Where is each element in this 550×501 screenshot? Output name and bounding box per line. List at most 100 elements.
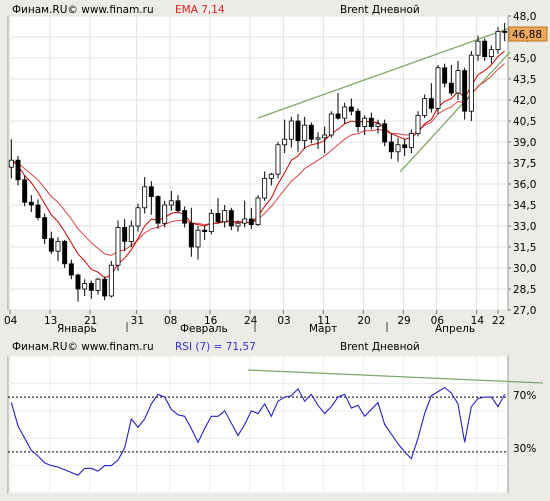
candlestick xyxy=(115,220,121,271)
candle-body xyxy=(422,98,428,116)
candle-body xyxy=(342,106,348,119)
candle-body xyxy=(115,226,121,266)
month-axis: Январь Февраль Март Апрель xyxy=(57,322,475,335)
candle-body xyxy=(122,226,128,242)
candle-body xyxy=(148,186,154,198)
price-x-tick-label: 04 xyxy=(4,315,18,327)
month-label: Январь xyxy=(57,323,97,335)
rsi-panel: Финам.RU© www.finam.ru RSI (7) = 71,57 B… xyxy=(7,341,544,494)
price-y-tick-label: 27,0 xyxy=(513,305,536,317)
rsi-title: Brent Дневной xyxy=(340,341,420,353)
candle-body xyxy=(35,204,41,218)
price-x-tick-label: 08 xyxy=(164,315,177,327)
price-y-tick-label: 37,5 xyxy=(513,158,536,170)
candle-body xyxy=(308,124,314,140)
candle-body xyxy=(42,217,48,240)
month-label: Апрель xyxy=(435,323,475,335)
price-x-tick-label: 29 xyxy=(397,315,410,327)
candle-body xyxy=(388,141,394,153)
candle-body xyxy=(48,238,54,252)
candle-body xyxy=(482,40,488,58)
candle-body xyxy=(255,197,261,226)
candle-body xyxy=(182,210,188,224)
price-y-axis: 48,046,545,043,542,040,539,037,536,034,5… xyxy=(508,11,536,317)
price-x-tick-label: 22 xyxy=(492,315,505,327)
candlestick xyxy=(275,142,281,179)
candle-body xyxy=(402,144,408,149)
rsi-level-30-label: 30% xyxy=(513,443,536,455)
candlestick xyxy=(468,51,474,121)
candle-body xyxy=(435,67,441,109)
chart-canvas: 48,046,545,043,542,040,539,037,536,034,5… xyxy=(4,4,548,494)
candle-body xyxy=(135,207,141,227)
rsi-level-70-label: 70% xyxy=(513,390,536,402)
last-price-tag: 46,88 xyxy=(508,26,548,42)
candle-body xyxy=(395,144,401,153)
candle-body xyxy=(475,40,481,56)
candle-body xyxy=(22,179,28,203)
price-y-tick-label: 36,0 xyxy=(513,179,536,191)
candle-body xyxy=(355,110,361,127)
candlestick xyxy=(328,111,334,138)
candle-body xyxy=(188,222,194,248)
candle-body xyxy=(282,138,288,146)
price-y-tick-label: 48,0 xyxy=(513,11,536,23)
candle-body xyxy=(235,222,241,227)
candle-body xyxy=(348,106,354,112)
candle-body xyxy=(442,67,448,84)
price-y-tick-label: 28,5 xyxy=(513,284,536,296)
month-label: Февраль xyxy=(180,323,228,335)
price-x-tick-label: 13 xyxy=(44,315,57,327)
rsi-label: RSI (7) = 71,57 xyxy=(175,341,256,353)
candle-body xyxy=(215,212,221,223)
candle-body xyxy=(468,54,474,112)
candle-body xyxy=(315,137,321,140)
candle-body xyxy=(28,201,34,206)
candle-body xyxy=(15,159,21,181)
candlestick xyxy=(162,200,168,228)
candlestick xyxy=(495,27,501,54)
candle-body xyxy=(128,225,134,242)
candle-body xyxy=(175,200,181,212)
candle-body xyxy=(295,120,301,142)
candle-body xyxy=(195,229,201,248)
candle-body xyxy=(155,196,161,224)
price-panel: 48,046,545,043,542,040,539,037,536,034,5… xyxy=(4,4,548,335)
candle-body xyxy=(62,240,68,265)
rsi-watermark: Финам.RU© www.finam.ru xyxy=(12,341,154,353)
candle-body xyxy=(68,263,74,276)
candlestick xyxy=(22,175,28,207)
candle-body xyxy=(448,82,454,94)
candle-body xyxy=(108,264,114,297)
price-y-tick-label: 39,0 xyxy=(513,137,536,149)
candle-body xyxy=(202,229,208,232)
candle-body xyxy=(242,218,248,224)
candle-body xyxy=(462,70,468,112)
candle-body xyxy=(75,274,81,290)
price-x-tick-label: 31 xyxy=(131,315,144,327)
candle-body xyxy=(322,134,328,139)
candle-body xyxy=(335,113,341,119)
candlestick xyxy=(62,240,68,268)
rsi-plot-area xyxy=(7,355,509,494)
price-y-tick-label: 43,5 xyxy=(513,74,536,86)
candle-body xyxy=(248,218,254,225)
candle-body xyxy=(82,282,88,290)
candle-body xyxy=(168,200,174,206)
candle-body xyxy=(362,117,368,127)
candlestick xyxy=(382,119,388,147)
candle-body xyxy=(382,123,388,143)
candle-body xyxy=(222,210,228,223)
price-y-tick-label: 30,0 xyxy=(513,263,536,275)
candle-body xyxy=(368,117,374,127)
price-y-tick-label: 31,5 xyxy=(513,242,536,254)
candle-body xyxy=(415,115,421,135)
candle-body xyxy=(328,113,334,136)
candle-body xyxy=(88,282,94,291)
candle-body xyxy=(262,177,268,199)
candle-body xyxy=(302,124,308,141)
price-y-tick-label: 40,5 xyxy=(513,116,536,128)
candle-body xyxy=(208,212,214,232)
month-label: Март xyxy=(309,323,337,335)
price-y-tick-label: 34,5 xyxy=(513,200,536,212)
